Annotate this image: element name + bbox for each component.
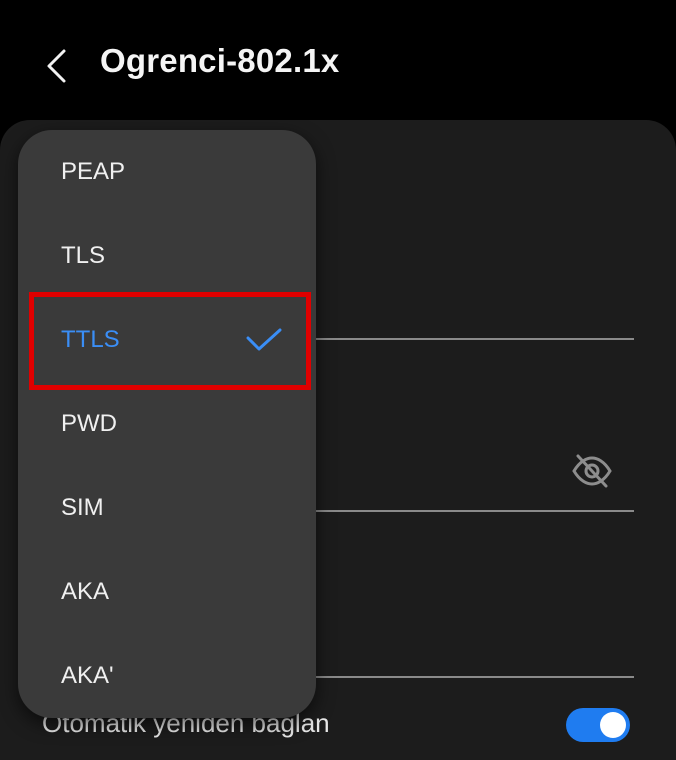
back-button[interactable] (32, 40, 80, 92)
menu-item-pwd[interactable]: PWD (18, 382, 316, 466)
menu-item-label: PWD (61, 410, 117, 437)
eap-method-dropdown-menu: PEAP TLS TTLS PWD SIM AKA AKA' (18, 130, 316, 718)
menu-item-label: SIM (61, 494, 104, 521)
menu-item-tls[interactable]: TLS (18, 214, 316, 298)
menu-item-label: AKA (61, 578, 110, 605)
page-title: Ogrenci-802.1x (100, 42, 340, 79)
menu-item-sim[interactable]: SIM (18, 466, 316, 550)
toggle-knob (600, 712, 626, 738)
menu-item-label: AKA' (61, 662, 114, 689)
menu-item-label: PEAP (61, 158, 126, 185)
section-divider (316, 676, 634, 678)
password-divider (316, 510, 634, 512)
menu-item-aka-prime[interactable]: AKA' (18, 634, 316, 718)
menu-item-label: TLS (61, 242, 106, 269)
app-header: Ogrenci-802.1x (0, 0, 676, 120)
chevron-left-icon (47, 49, 66, 83)
auto-reconnect-toggle[interactable] (566, 708, 630, 742)
menu-item-peap[interactable]: PEAP (18, 130, 316, 214)
eap-method-divider (316, 338, 634, 340)
menu-item-aka[interactable]: AKA (18, 550, 316, 634)
selection-highlight-box (29, 292, 311, 390)
eye-off-icon[interactable] (570, 452, 614, 490)
